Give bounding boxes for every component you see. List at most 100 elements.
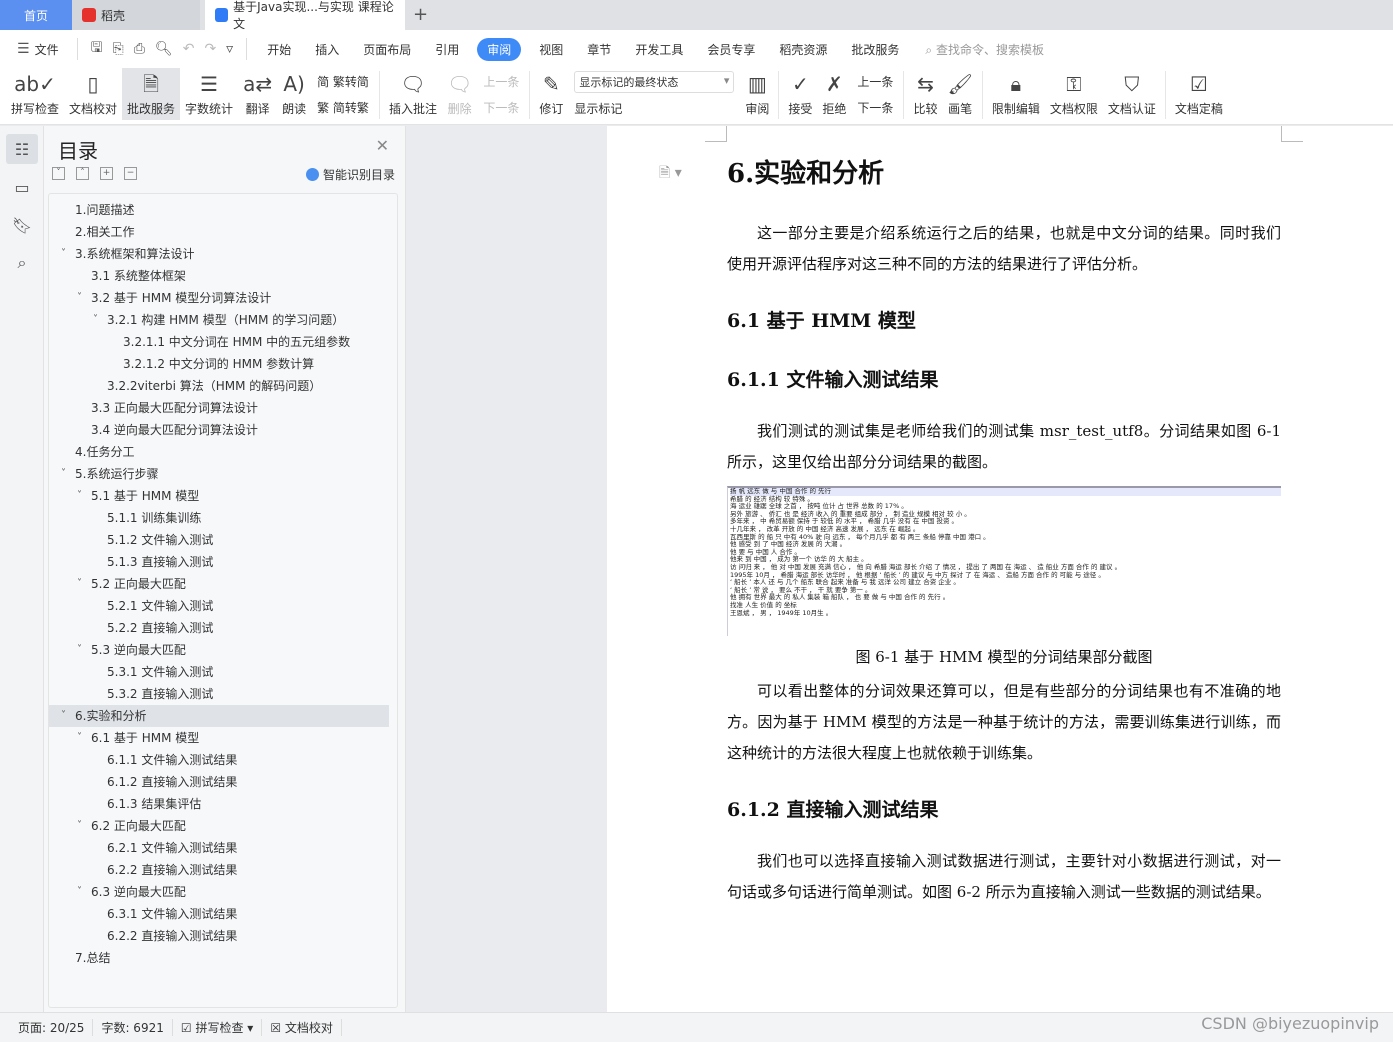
toc-item[interactable]: ˅ 6.2 正向最大匹配 xyxy=(49,815,397,837)
read-aloud-button[interactable]: A) 朗读 xyxy=(277,68,311,120)
toc-item[interactable]: 3.3 正向最大匹配分词算法设计 xyxy=(49,397,397,419)
expand-all-icon[interactable]: + xyxy=(100,167,113,180)
chevron-down-icon[interactable]: ˅ xyxy=(77,573,82,595)
delete-comment-button[interactable]: 🗨 删除 xyxy=(442,68,477,120)
chevron-down-icon[interactable]: ˅ xyxy=(93,309,98,331)
menu-member[interactable]: 会员专享 xyxy=(707,41,755,58)
toc-item[interactable]: 6.3.1 文件输入测试结果 xyxy=(49,903,397,925)
toc-item[interactable]: 5.2.2 直接输入测试 xyxy=(49,617,397,639)
word-count-button[interactable]: ☰ 字数统计 xyxy=(180,68,238,120)
markup-state-select[interactable]: 显示标记的最终状态 xyxy=(574,71,735,94)
toc-item[interactable]: 6.1.1 文件输入测试结果 xyxy=(49,749,397,771)
bookmark-icon[interactable]: 🔖︎ xyxy=(6,210,38,240)
show-markup-button[interactable]: 显示标记 xyxy=(574,100,734,117)
tab-home[interactable]: 首页 xyxy=(0,0,72,30)
menu-review[interactable]: 审阅 xyxy=(477,37,522,61)
tab-docer[interactable]: 稻壳 xyxy=(72,0,200,30)
spell-check-button[interactable]: ab✓ 拼写检查 xyxy=(6,68,64,120)
toc-icon[interactable]: ☷ xyxy=(6,134,38,164)
toc-item[interactable]: 6.1.2 直接输入测试结果 xyxy=(49,771,397,793)
hamburger-icon[interactable]: ☰ xyxy=(17,41,30,57)
next-change-button[interactable]: 下一条 xyxy=(857,99,893,116)
toc-item[interactable]: ˅ 5.3 逆向最大匹配 xyxy=(49,639,397,661)
close-icon[interactable]: ✕ xyxy=(376,136,389,155)
menu-section[interactable]: 章节 xyxy=(587,41,611,58)
next-comment-button[interactable]: 下一条 xyxy=(483,99,519,116)
command-search[interactable]: ⌕ 查找命令、搜索模板 xyxy=(925,41,1044,58)
toc-item[interactable]: 3.1 系统整体框架 xyxy=(49,265,397,287)
chevron-down-icon[interactable]: ˅ xyxy=(61,463,66,485)
toc-item[interactable]: 7.总结 xyxy=(49,947,397,969)
menu-references[interactable]: 引用 xyxy=(435,41,459,58)
chevron-down-icon[interactable]: ˅ xyxy=(77,727,82,749)
translate-button[interactable]: a⇄ 翻译 xyxy=(238,68,277,120)
toc-item[interactable]: ˅ 3.2.1 构建 HMM 模型（HMM 的学习问题） xyxy=(49,309,397,331)
toc-item[interactable]: ˅ 6.实验和分析 xyxy=(49,705,389,727)
toc-item[interactable]: ˅ 3.系统框架和算法设计 xyxy=(49,243,397,265)
proofread-button[interactable]: ▯ 文档校对 xyxy=(64,68,122,120)
proofread-status[interactable]: ☒ 文档校对 xyxy=(262,1019,342,1036)
toc-item[interactable]: 3.4 逆向最大匹配分词算法设计 xyxy=(49,419,397,441)
undo-icon[interactable]: ↶ xyxy=(183,41,195,57)
smart-toc-button[interactable]: 智能识别目录 xyxy=(305,166,395,183)
toc-item[interactable]: ˅ 5.2 正向最大匹配 xyxy=(49,573,397,595)
doc-certify-button[interactable]: ⛉ 文档认证 xyxy=(1103,68,1161,120)
toc-item[interactable]: ˅ 5.系统运行步骤 xyxy=(49,463,397,485)
toc-item[interactable]: 6.2.2 直接输入测试结果 xyxy=(49,925,397,947)
collapse-up-icon[interactable]: ˄ xyxy=(76,167,89,180)
menu-developer[interactable]: 开发工具 xyxy=(635,41,683,58)
new-tab-button[interactable]: + xyxy=(405,0,436,30)
doc-permission-button[interactable]: ⚿ 文档权限 xyxy=(1045,68,1103,120)
toc-item[interactable]: 5.1.2 文件输入测试 xyxy=(49,529,397,551)
toc-item[interactable]: ˅ 5.1 基于 HMM 模型 xyxy=(49,485,397,507)
doc-options-icon[interactable]: 🗎 ▾ xyxy=(659,162,682,186)
toc-item[interactable]: 5.1.1 训练集训练 xyxy=(49,507,397,529)
menu-start[interactable]: 开始 xyxy=(267,41,291,58)
chevron-down-icon[interactable]: ˅ xyxy=(77,639,82,661)
menu-grading[interactable]: 批改服务 xyxy=(851,41,899,58)
toc-item[interactable]: ˅ 6.3 逆向最大匹配 xyxy=(49,881,397,903)
toc-item[interactable]: 5.2.1 文件输入测试 xyxy=(49,595,397,617)
toc-item[interactable]: 5.1.3 直接输入测试 xyxy=(49,551,397,573)
toc-item[interactable]: 6.2.2 直接输入测试结果 xyxy=(49,859,397,881)
chevron-down-icon[interactable]: ˅ xyxy=(77,881,82,903)
prev-comment-button[interactable]: 上一条 xyxy=(483,73,519,90)
toc-item[interactable]: 5.3.2 直接输入测试 xyxy=(49,683,397,705)
redo-icon[interactable]: ↷ xyxy=(204,41,216,57)
compare-button[interactable]: ⇆ 比较 xyxy=(908,68,942,120)
chevron-down-icon[interactable]: ˅ xyxy=(77,815,82,837)
toc-item[interactable]: ˅ 6.1 基于 HMM 模型 xyxy=(49,727,397,749)
finalize-button[interactable]: ☑ 文档定稿 xyxy=(1170,68,1228,120)
menu-insert[interactable]: 插入 xyxy=(315,41,339,58)
pen-button[interactable]: 🖌 画笔 xyxy=(942,68,977,120)
chevron-down-icon[interactable]: ˅ xyxy=(77,287,82,309)
chevron-down-icon[interactable]: ˅ xyxy=(61,243,66,265)
menu-file[interactable]: 文件 xyxy=(35,41,59,58)
spell-check-status[interactable]: ☑ 拼写检查 ▾ xyxy=(173,1019,263,1036)
toc-item[interactable]: 2.相关工作 xyxy=(49,221,397,243)
toc-item[interactable]: 6.2.1 文件输入测试结果 xyxy=(49,837,397,859)
accept-button[interactable]: ✓ 接受 xyxy=(783,68,817,120)
export-icon[interactable]: ⎘ xyxy=(113,41,124,57)
insert-comment-button[interactable]: 🗨 插入批注 xyxy=(384,68,442,120)
toc-item[interactable]: 3.2.1.2 中文分词的 HMM 参数计算 xyxy=(49,353,397,375)
review-pane-button[interactable]: ▥ 审阅 xyxy=(740,68,774,120)
toc-item[interactable]: 3.2.1.1 中文分词在 HMM 中的五元组参数 xyxy=(49,331,397,353)
reject-button[interactable]: ✗ 拒绝 xyxy=(817,68,851,120)
word-count[interactable]: 字数: 6921 xyxy=(93,1019,173,1036)
menu-view[interactable]: 视图 xyxy=(539,41,563,58)
prev-change-button[interactable]: 上一条 xyxy=(857,73,893,90)
menu-docer-resources[interactable]: 稻壳资源 xyxy=(779,41,827,58)
customize-chevron-icon[interactable]: ▿ xyxy=(226,41,233,57)
print-preview-icon[interactable]: 🔍︎ xyxy=(155,41,173,57)
restrict-edit-button[interactable]: 🔒︎ 限制编辑 xyxy=(987,68,1045,120)
toc-item[interactable]: 6.1.3 结果集评估 xyxy=(49,793,397,815)
chevron-down-icon[interactable]: ˅ xyxy=(77,485,82,507)
toc-item[interactable]: ˅ 3.2 基于 HMM 模型分词算法设计 xyxy=(49,287,397,309)
menu-layout[interactable]: 页面布局 xyxy=(363,41,411,58)
simp-to-trad-button[interactable]: 繁 简转繁 xyxy=(317,99,369,116)
trad-to-simp-button[interactable]: 简 繁转简 xyxy=(317,73,369,90)
search-icon[interactable]: ⌕ xyxy=(6,248,38,278)
track-changes-button[interactable]: ✎ 修订 xyxy=(534,68,568,120)
toc-item[interactable]: 4.任务分工 xyxy=(49,441,397,463)
